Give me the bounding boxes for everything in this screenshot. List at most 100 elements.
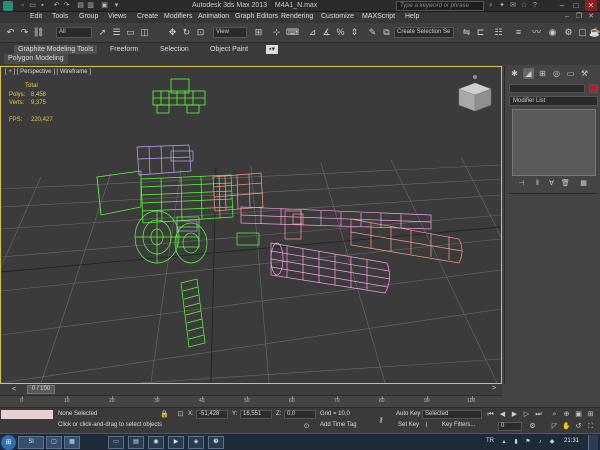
redo-icon[interactable]: ↷ — [18, 26, 31, 39]
render-setup-icon[interactable]: ⚙ — [562, 26, 575, 39]
align-icon[interactable]: ⊏ — [474, 26, 487, 39]
key-mode-icon[interactable]: ⚷ — [374, 416, 388, 425]
menu-rendering[interactable]: Rendering — [281, 13, 313, 20]
set-key-button[interactable]: Set Key — [398, 422, 419, 428]
new-file-icon[interactable]: ▫ — [18, 2, 27, 10]
doc-close-icon[interactable]: ✕ — [586, 12, 596, 22]
menu-maxscript[interactable]: MAXScript — [362, 13, 395, 20]
taskbar-app-icon[interactable]: ▭ — [108, 436, 124, 449]
taskbar-explorer-icon[interactable]: ▦ — [64, 436, 80, 449]
reference-coordinate-dropdown[interactable]: View — [213, 27, 247, 38]
zoom-icon[interactable]: ⌕ — [550, 410, 559, 419]
named-selection-sets-dropdown[interactable]: Create Selection Se — [394, 27, 454, 38]
percent-snap-icon[interactable]: % — [334, 26, 347, 39]
pan-view-icon[interactable]: ✋ — [562, 422, 571, 431]
show-desktop-button[interactable] — [588, 435, 598, 450]
menu-views[interactable]: Views — [108, 13, 127, 20]
pin-stack-icon[interactable]: ⊣ — [517, 179, 526, 188]
object-name-field[interactable] — [509, 84, 585, 93]
remove-modifier-icon[interactable]: 🗑 — [561, 179, 570, 188]
show-end-result-icon[interactable]: ‖ — [533, 179, 542, 188]
spinner-snap-icon[interactable]: ⇕ — [348, 26, 361, 39]
zoom-extents-icon[interactable]: ▣ — [574, 410, 583, 419]
time-tag-icon[interactable]: ⊙ — [302, 422, 311, 431]
menu-graph-editors[interactable]: Graph Editors — [235, 13, 278, 20]
scene-explorer-icon[interactable]: ☷ — [492, 26, 505, 39]
tab-selection[interactable]: Selection — [160, 45, 189, 54]
utilities-tab-icon[interactable]: ⚒ — [579, 68, 590, 79]
current-frame-field[interactable]: 0 — [498, 422, 522, 431]
taskbar-tool-icon[interactable]: ◈ — [188, 436, 204, 449]
search-input[interactable]: Type a keyword or phrase — [396, 1, 484, 11]
open-file-icon[interactable]: ▭ — [28, 2, 37, 10]
previous-key-icon[interactable]: ◀ — [498, 410, 507, 419]
hierarchy-tab-icon[interactable]: ⊞ — [537, 68, 548, 79]
taskbar-3ds-icon[interactable]: ❸ — [208, 436, 224, 449]
select-and-link-icon[interactable]: ⛓ — [32, 26, 45, 39]
material-editor-icon[interactable]: ◉ — [546, 26, 559, 39]
project-folder-icon[interactable]: ▣ — [100, 2, 109, 10]
system-clock[interactable]: 21:31 — [564, 438, 579, 444]
named-selection-icon[interactable]: ⧉ — [380, 26, 393, 39]
launcher-mesh[interactable] — [270, 242, 391, 294]
close-icon[interactable]: ✕ — [585, 0, 597, 11]
save-icon[interactable]: ▪ — [38, 2, 47, 10]
absolute-mode-icon[interactable]: ⊡ — [176, 410, 185, 419]
create-tab-icon[interactable]: ✱ — [509, 68, 520, 79]
next-frame-icon[interactable]: > — [492, 385, 496, 392]
menu-animation[interactable]: Animation — [198, 13, 229, 20]
menu-help[interactable]: Help — [405, 13, 419, 20]
window-crossing-icon[interactable]: ◫ — [138, 26, 151, 39]
selection-region-icon[interactable]: ▭ — [124, 26, 137, 39]
menu-group[interactable]: Group — [79, 13, 98, 20]
select-and-rotate-icon[interactable]: ↻ — [180, 26, 193, 39]
subscription-icon[interactable]: ✦ — [497, 1, 507, 11]
undo-icon[interactable]: ↶ — [4, 26, 17, 39]
menu-edit[interactable]: Edit — [30, 13, 42, 20]
key-filters-button[interactable]: Key Filters... — [442, 422, 475, 428]
render-production-icon[interactable]: ☕ — [589, 26, 600, 39]
pivot-center-icon[interactable]: ⊞ — [252, 26, 265, 39]
object-color-swatch[interactable] — [589, 84, 598, 93]
selection-filter-dropdown[interactable]: All — [56, 27, 92, 38]
suppressor-mesh[interactable] — [350, 218, 463, 264]
redo-icon[interactable]: ↷ — [62, 2, 71, 10]
go-to-end-icon[interactable]: ⏭ — [534, 410, 543, 419]
tray-volume-icon[interactable]: ♪ — [536, 438, 544, 446]
make-unique-icon[interactable]: ∀ — [547, 179, 556, 188]
minimize-icon[interactable]: – — [556, 0, 568, 11]
edit-named-selections-icon[interactable]: ✎ — [366, 26, 379, 39]
default-in-out-tangent-icon[interactable]: ⌇ — [422, 421, 431, 430]
language-indicator[interactable]: TR — [486, 438, 494, 444]
prev-frame-icon[interactable]: < — [3, 385, 25, 394]
modify-tab-icon[interactable]: ◢ — [523, 68, 534, 79]
menu-modifiers[interactable]: Modifiers — [164, 13, 192, 20]
undo-icon[interactable]: ↶ — [52, 2, 61, 10]
perspective-viewport[interactable]: [ + ] [ Perspective ] [ Wireframe ] Tota… — [0, 66, 502, 384]
angle-snap-icon[interactable]: ∡ — [320, 26, 333, 39]
lock-selection-icon[interactable]: 🔒 — [160, 410, 169, 419]
subtab-polygon-modeling[interactable]: Polygon Modeling — [4, 54, 68, 64]
viewport-label[interactable]: [ + ] [ Perspective ] [ Wireframe ] — [5, 69, 91, 75]
select-and-scale-icon[interactable]: ⊡ — [194, 26, 207, 39]
select-object-icon[interactable]: ➚ — [96, 26, 109, 39]
motion-tab-icon[interactable]: ◎ — [551, 68, 562, 79]
snaps-toggle-icon[interactable]: ⊿ — [306, 26, 319, 39]
doc-minimize-icon[interactable]: – — [562, 12, 572, 22]
tray-flag-icon[interactable]: ⚑ — [524, 438, 532, 446]
sight-mesh[interactable] — [136, 144, 198, 232]
fetch-icon[interactable]: ▥ — [86, 2, 95, 10]
viewcube-icon[interactable] — [458, 75, 492, 112]
key-filter-selection-dropdown[interactable]: Selected — [422, 410, 482, 419]
maximize-icon[interactable]: □ — [570, 0, 582, 11]
scope-mesh[interactable] — [152, 78, 206, 114]
menu-create[interactable]: Create — [137, 13, 158, 20]
zoom-extents-all-icon[interactable]: ⊞ — [586, 410, 595, 419]
zoom-all-icon[interactable]: ⊕ — [562, 410, 571, 419]
play-icon[interactable]: ▶ — [510, 410, 519, 419]
favorites-icon[interactable]: ☆ — [519, 1, 529, 11]
field-of-view-icon[interactable]: ◸ — [550, 422, 559, 431]
auto-key-button[interactable]: Auto Key — [396, 411, 420, 417]
app-logo-icon[interactable] — [3, 1, 13, 11]
curve-editor-icon[interactable]: 〰 — [530, 26, 543, 39]
